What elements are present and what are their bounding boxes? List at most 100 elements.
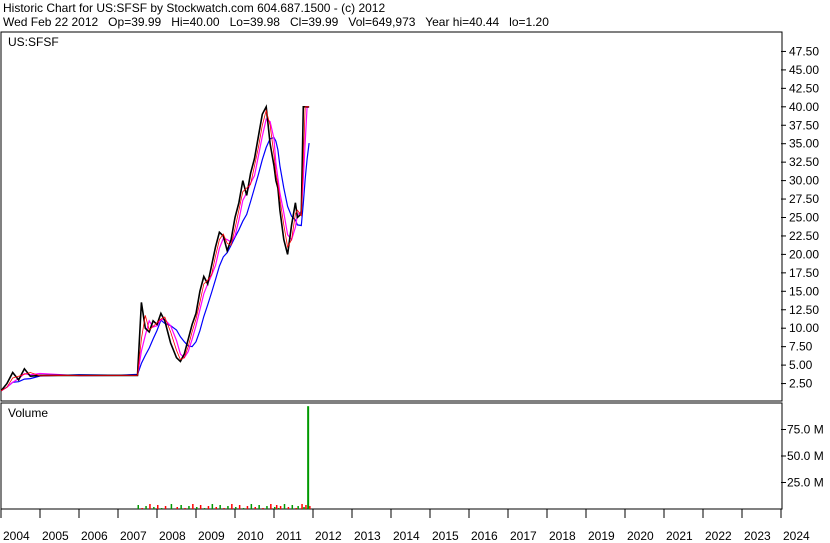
volume-bar	[160, 508, 163, 509]
x-tick-label: 2018	[549, 529, 576, 543]
volume-bar	[246, 506, 249, 509]
volume-bar	[157, 505, 159, 509]
x-tick-label: 2020	[627, 529, 654, 543]
volume-bar	[231, 504, 233, 509]
volume-bar	[145, 506, 147, 509]
x-tick-label: 2023	[744, 529, 771, 543]
volume-bar	[180, 505, 182, 509]
y-tick-label: 2.50	[789, 377, 813, 391]
x-tick-label: 2008	[159, 529, 186, 543]
x-tick-label: 2006	[81, 529, 108, 543]
y-tick-label: 17.50	[789, 266, 819, 280]
volume-spike-bar	[307, 406, 310, 509]
x-tick-label: 2013	[354, 529, 381, 543]
volume-bar	[283, 504, 286, 509]
x-tick-label: 2011	[276, 529, 302, 543]
moving-average-mid-line	[0, 106, 310, 392]
volume-bar	[266, 506, 268, 509]
x-tick-label: 2007	[120, 529, 147, 543]
volume-bar	[227, 506, 229, 509]
volume-bar	[184, 508, 186, 509]
volume-bar	[223, 508, 225, 509]
volume-bar	[303, 507, 305, 509]
volume-bar	[176, 507, 178, 509]
y-tick-label: 47.50	[789, 44, 819, 58]
y-tick-label: 35.00	[789, 137, 819, 151]
y-tick-label: 27.50	[789, 192, 819, 206]
x-tick-label: 2005	[42, 529, 69, 543]
volume-bar	[301, 504, 303, 509]
volume-bar	[277, 508, 280, 509]
time-x-axis: 2004 2005 2006 2007 2008 2009 2010 2011 2012 2013…	[0, 509, 810, 543]
y-tick-label: 22.50	[789, 229, 819, 243]
volume-panel-frame	[0, 402, 783, 510]
y-tick-label: 10.00	[789, 321, 819, 335]
volume-panel-title: Volume	[8, 406, 48, 420]
y-tick-label: 45.00	[789, 63, 819, 77]
y-tick-label: 25.00	[789, 211, 819, 225]
volume-y-axis: 75.0 M 50.0 M 25.0 M	[781, 423, 824, 490]
volume-bar	[164, 506, 167, 509]
price-panel-title: US:SFSF	[8, 35, 59, 49]
volume-bar	[211, 504, 214, 509]
volume-bar	[258, 505, 260, 509]
price-plot	[0, 104, 310, 392]
volume-bar	[305, 505, 307, 509]
volume-bar	[207, 506, 210, 509]
volume-bar	[235, 507, 237, 509]
stock-chart: US:SFSF Volume 47.50 45.00 42.50 40.00 37.50…	[0, 31, 824, 543]
x-tick-label: 2010	[237, 529, 264, 543]
y-tick-label: 20.00	[789, 247, 819, 261]
volume-bar	[309, 506, 311, 509]
volume-bar	[199, 505, 202, 509]
volume-bar	[279, 506, 282, 509]
volume-bar	[188, 506, 190, 509]
volume-bar	[242, 508, 245, 509]
volume-tick-label: 50.0 M	[787, 449, 824, 463]
volume-bar	[274, 507, 276, 509]
volume-bar	[196, 507, 198, 509]
y-tick-label: 30.00	[789, 174, 819, 188]
volume-bar	[170, 504, 173, 509]
y-tick-label: 5.00	[789, 358, 813, 372]
volume-bar	[149, 504, 151, 509]
volume-bar	[295, 508, 297, 509]
moving-average-short-line	[0, 106, 310, 392]
volume-bar	[262, 508, 264, 509]
volume-bar	[254, 507, 256, 509]
volume-bar	[192, 504, 194, 509]
volume-tick-label: 75.0 M	[787, 423, 824, 437]
volume-bar	[215, 507, 217, 509]
volume-bar	[275, 505, 278, 509]
y-tick-label: 7.50	[789, 340, 813, 354]
x-tick-label: 2024	[783, 529, 810, 543]
volume-bar	[141, 508, 143, 509]
volume-bar	[291, 505, 294, 509]
volume-bar	[238, 505, 241, 509]
price-y-axis: 47.50 45.00 42.50 40.00 37.50 35.00 32.50 30.00…	[781, 44, 819, 391]
y-tick-label: 15.00	[789, 284, 819, 298]
x-tick-label: 2022	[705, 529, 732, 543]
x-tick-label: 2021	[666, 529, 693, 543]
volume-bar	[250, 504, 253, 509]
volume-bar	[219, 505, 221, 509]
x-tick-label: 2014	[393, 529, 420, 543]
x-tick-label: 2004	[3, 529, 30, 543]
x-tick-label: 2017	[510, 529, 537, 543]
y-tick-label: 12.50	[789, 303, 819, 317]
volume-tick-label: 25.0 M	[787, 476, 824, 490]
x-tick-label: 2016	[471, 529, 498, 543]
x-tick-label: 2019	[588, 529, 615, 543]
volume-bar	[137, 505, 139, 509]
y-tick-label: 40.00	[789, 100, 819, 114]
volume-bar	[270, 504, 272, 509]
price-panel-frame	[0, 31, 783, 402]
y-tick-label: 42.50	[789, 81, 819, 95]
y-tick-label: 37.50	[789, 118, 819, 132]
volume-plot	[137, 406, 311, 509]
x-tick-label: 2009	[198, 529, 225, 543]
volume-bar	[203, 508, 206, 509]
x-tick-label: 2012	[315, 529, 342, 543]
price-line	[0, 104, 310, 392]
volume-bar	[153, 507, 155, 509]
